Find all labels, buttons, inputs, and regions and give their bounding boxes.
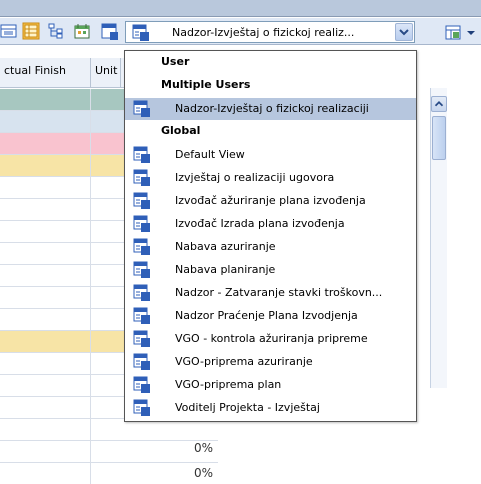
view-icon <box>133 261 151 279</box>
percent-cell[interactable]: 0% <box>91 463 218 484</box>
view-icon <box>133 192 151 210</box>
table-cell[interactable] <box>0 287 91 308</box>
view-dropdown-list: User Multiple Users Nadzor-Izvještaj o fiz… <box>124 50 417 422</box>
calendar-icon[interactable] <box>73 22 91 40</box>
view-icon <box>133 146 151 164</box>
table-cell[interactable] <box>0 155 91 176</box>
percent-cell[interactable]: 0% <box>91 441 218 462</box>
view-icon <box>133 330 151 348</box>
table-cell[interactable] <box>0 375 91 396</box>
dropdown-option[interactable]: Izvještaj o realizaciji ugovora <box>125 167 416 189</box>
dropdown-item-label: Izvještaj o realizaciji ugovora <box>175 171 335 184</box>
dropdown-item-label: VGO-priprema plan <box>175 378 282 391</box>
scroll-up-icon[interactable] <box>431 96 447 112</box>
table-cell[interactable] <box>0 243 91 264</box>
dropdown-group-label: User <box>125 52 416 74</box>
table-cell[interactable] <box>0 177 91 198</box>
table-cell[interactable] <box>0 111 91 132</box>
table-row[interactable] <box>0 419 218 441</box>
view-icon <box>133 169 151 187</box>
percent-cell[interactable] <box>91 419 218 440</box>
table-row[interactable]: 0% <box>0 463 218 484</box>
table-cell[interactable] <box>0 463 91 484</box>
dropdown-item-label: Multiple Users <box>161 78 251 91</box>
view-icon <box>133 307 151 325</box>
view-icon <box>133 100 151 118</box>
grid-view-icon[interactable] <box>0 22 18 40</box>
dropdown-option[interactable]: VGO - kontrola ažuriranja pripreme <box>125 328 416 350</box>
view-icon <box>133 284 151 302</box>
dropdown-item-label: Nabava planiranje <box>175 263 276 276</box>
dropdown-item-label: Voditelj Projekta - Izvještaj <box>175 401 320 414</box>
dropdown-option[interactable]: VGO-priprema azuriranje <box>125 351 416 373</box>
view-icon <box>133 376 151 394</box>
table-cell[interactable] <box>0 199 91 220</box>
table-cell[interactable] <box>0 397 91 418</box>
column-header-unit[interactable]: Unit <box>91 58 121 88</box>
table-cell[interactable] <box>0 265 91 286</box>
dropdown-item-label: Nadzor - Zatvaranje stavki troškovn... <box>175 286 383 299</box>
table-row[interactable]: 0% <box>0 441 218 463</box>
dropdown-item-label: Default View <box>175 148 245 161</box>
title-strip <box>0 0 481 17</box>
view-icon <box>133 215 151 233</box>
dropdown-item-label: Global <box>161 124 201 137</box>
view-icon <box>132 24 150 42</box>
filter-icon[interactable] <box>101 23 119 41</box>
dropdown-group-label: Multiple Users <box>125 75 416 97</box>
dropdown-group-label: Global <box>125 121 416 143</box>
dropdown-item-label: Izvođač Izrada plana izvođenja <box>175 217 345 230</box>
chevron-down-icon[interactable] <box>395 23 413 41</box>
dropdown-item-label: Nadzor-Izvještaj o fizickoj realizaciji <box>175 102 369 115</box>
dropdown-option[interactable]: Nabava azuriranje <box>125 236 416 258</box>
dropdown-item-label: VGO - kontrola ažuriranja pripreme <box>175 332 368 345</box>
dropdown-option[interactable]: Izvođač ažuriranje plana izvođenja <box>125 190 416 212</box>
dropdown-item-label: Nadzor Praćenje Plana Izvodjenja <box>175 309 358 322</box>
table-cell[interactable] <box>0 309 91 330</box>
table-cell[interactable] <box>0 353 91 374</box>
dropdown-item-label: Nabava azuriranje <box>175 240 276 253</box>
tree-view-icon[interactable] <box>47 22 65 40</box>
table-cell[interactable] <box>0 331 91 352</box>
dropdown-option[interactable]: Voditelj Projekta - Izvještaj <box>125 397 416 419</box>
table-cell[interactable] <box>0 133 91 154</box>
scrollbar-thumb[interactable] <box>432 116 446 160</box>
dropdown-option[interactable]: Nadzor - Zatvaranje stavki troškovn... <box>125 282 416 304</box>
dropdown-option[interactable]: Nadzor-Izvještaj o fizickoj realizaciji <box>125 98 416 120</box>
table-cell[interactable] <box>0 89 91 110</box>
dropdown-item-label: Izvođač ažuriranje plana izvođenja <box>175 194 366 207</box>
view-icon <box>133 399 151 417</box>
dropdown-option[interactable]: Default View <box>125 144 416 166</box>
dropdown-item-label: VGO-priprema azuriranje <box>175 355 313 368</box>
layout-options-button[interactable] <box>444 24 480 42</box>
table-view-icon[interactable] <box>22 22 40 40</box>
dropdown-option[interactable]: Nabava planiranje <box>125 259 416 281</box>
dropdown-option[interactable]: VGO-priprema plan <box>125 374 416 396</box>
dropdown-option[interactable]: Nadzor Praćenje Plana Izvodjenja <box>125 305 416 327</box>
table-cell[interactable] <box>0 419 91 440</box>
view-select-value: Nadzor-Izvještaj o fizickoj realiz... <box>172 26 355 39</box>
view-select-combo[interactable]: Nadzor-Izvještaj o fizickoj realiz... <box>125 21 415 43</box>
table-cell[interactable] <box>0 221 91 242</box>
dropdown-item-label: User <box>161 55 190 68</box>
column-header-actual-finish[interactable]: ctual Finish <box>0 58 91 88</box>
dropdown-option[interactable]: Izvođač Izrada plana izvođenja <box>125 213 416 235</box>
table-cell[interactable] <box>0 441 91 462</box>
view-icon <box>133 353 151 371</box>
view-icon <box>133 238 151 256</box>
